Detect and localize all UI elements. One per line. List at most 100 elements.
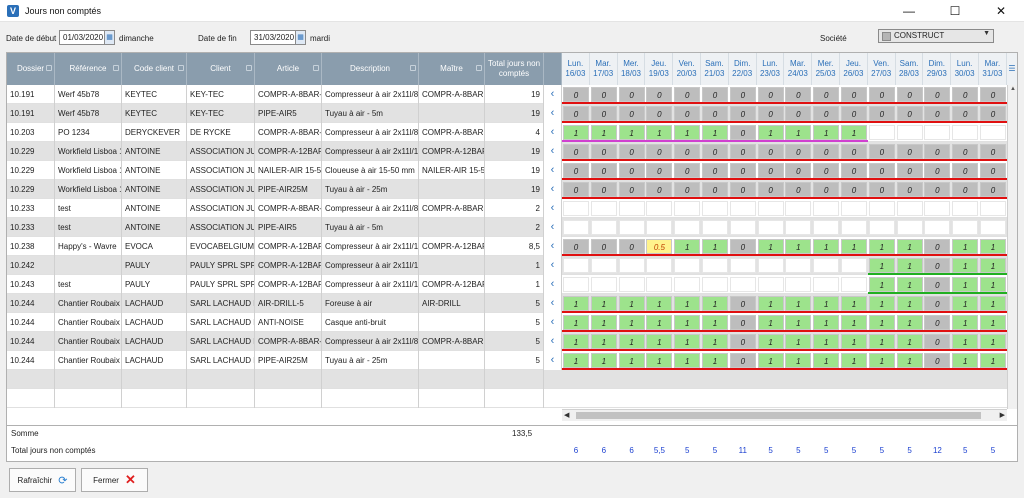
day-cell[interactable]: [646, 258, 673, 273]
day-cell[interactable]: [674, 220, 701, 235]
table-row[interactable]: 10.229 Workfield Lisboa 1 ANTOINE ASSOCIATI…: [7, 180, 1007, 199]
day-cell[interactable]: 1: [952, 315, 979, 330]
day-cell[interactable]: 1: [980, 315, 1006, 330]
day-cell[interactable]: 1: [590, 334, 617, 349]
day-cell[interactable]: 0: [590, 182, 617, 197]
day-cell[interactable]: 1: [646, 353, 673, 368]
day-cell[interactable]: [841, 201, 867, 216]
day-cell[interactable]: 0: [674, 106, 701, 121]
column-header-code[interactable]: Code client: [122, 53, 187, 85]
day-cell[interactable]: 1: [813, 125, 840, 140]
day-cell[interactable]: 1: [952, 239, 979, 254]
table-row[interactable]: 10.229 Workfield Lisboa 1 ANTOINE ASSOCIATI…: [7, 142, 1007, 161]
day-cell[interactable]: 0: [590, 163, 617, 178]
day-cell[interactable]: 0: [646, 87, 673, 102]
minimize-button[interactable]: —: [886, 0, 932, 22]
day-cell[interactable]: 1: [757, 296, 784, 311]
column-filter-icon[interactable]: [113, 65, 119, 71]
day-cell[interactable]: 0: [813, 106, 840, 121]
day-cell[interactable]: 0: [674, 87, 701, 102]
day-cell[interactable]: 0: [924, 163, 951, 178]
day-cell[interactable]: [646, 277, 673, 292]
day-cell[interactable]: 1: [702, 315, 728, 330]
day-cell[interactable]: 0: [590, 144, 617, 159]
day-cell[interactable]: 1: [646, 315, 673, 330]
day-cell[interactable]: [980, 201, 1006, 216]
day-cell[interactable]: 1: [702, 334, 728, 349]
day-cell[interactable]: 0: [729, 315, 756, 330]
day-cell[interactable]: 0: [924, 296, 951, 311]
table-row[interactable]: 10.244 Chantier Roubaix LACHAUD SARL LACHAU…: [7, 332, 1007, 351]
day-cell[interactable]: 0: [924, 182, 951, 197]
day-cell[interactable]: [618, 201, 645, 216]
day-cell[interactable]: 0: [980, 182, 1006, 197]
day-cell[interactable]: [590, 258, 617, 273]
day-cell[interactable]: 1: [757, 239, 784, 254]
refresh-button[interactable]: Rafraîchir ⟳: [9, 468, 76, 492]
day-cell[interactable]: 0: [590, 106, 617, 121]
day-cell[interactable]: [729, 277, 756, 292]
day-cell[interactable]: 1: [785, 315, 812, 330]
day-cell[interactable]: 1: [785, 334, 812, 349]
day-cell[interactable]: 0: [813, 163, 840, 178]
day-cell[interactable]: [729, 201, 756, 216]
day-cell[interactable]: 0: [896, 87, 923, 102]
day-cell[interactable]: 1: [896, 277, 923, 292]
day-cell[interactable]: 1: [674, 334, 701, 349]
day-cell[interactable]: 1: [813, 296, 840, 311]
day-cell[interactable]: 1: [674, 296, 701, 311]
day-cell[interactable]: 0: [813, 87, 840, 102]
day-cell[interactable]: 0: [868, 106, 895, 121]
day-cell[interactable]: 0: [757, 182, 784, 197]
day-cell[interactable]: [896, 220, 923, 235]
scroll-left-icon[interactable]: ◀: [564, 411, 569, 419]
day-cell[interactable]: 0: [729, 353, 756, 368]
day-cell[interactable]: 0: [980, 106, 1006, 121]
day-cell[interactable]: 1: [563, 296, 589, 311]
expand-chevron-icon[interactable]: ‹: [544, 218, 562, 237]
day-cell[interactable]: 0: [563, 87, 589, 102]
vertical-scrollbar[interactable]: ▲: [1007, 85, 1017, 409]
day-cell[interactable]: 0: [868, 144, 895, 159]
day-cell[interactable]: 0: [841, 106, 867, 121]
day-cell[interactable]: 1: [813, 353, 840, 368]
day-cell[interactable]: 1: [952, 258, 979, 273]
day-cell[interactable]: 0: [785, 182, 812, 197]
day-cell[interactable]: [646, 201, 673, 216]
day-cell[interactable]: 0: [841, 182, 867, 197]
day-cell[interactable]: 1: [563, 125, 589, 140]
day-cell[interactable]: [813, 220, 840, 235]
day-cell[interactable]: [757, 277, 784, 292]
day-cell[interactable]: [813, 201, 840, 216]
day-cell[interactable]: 0: [590, 87, 617, 102]
close-button[interactable]: Fermer ✕: [81, 468, 148, 492]
day-cell[interactable]: 1: [757, 353, 784, 368]
day-cell[interactable]: 1: [980, 353, 1006, 368]
day-cell[interactable]: 1: [868, 353, 895, 368]
day-cell[interactable]: 1: [952, 353, 979, 368]
day-cell[interactable]: 1: [702, 239, 728, 254]
expand-chevron-icon[interactable]: ‹: [544, 332, 562, 351]
day-cell[interactable]: 0: [618, 106, 645, 121]
day-cell[interactable]: 0: [702, 106, 728, 121]
day-cell[interactable]: 1: [563, 353, 589, 368]
day-cell[interactable]: 1: [590, 315, 617, 330]
calendar-icon[interactable]: ▦: [295, 30, 306, 45]
day-cell[interactable]: [785, 277, 812, 292]
day-cell[interactable]: 1: [618, 125, 645, 140]
day-cell[interactable]: 1: [980, 296, 1006, 311]
day-cell[interactable]: 1: [646, 296, 673, 311]
day-cell[interactable]: [785, 258, 812, 273]
day-cell[interactable]: 0: [674, 182, 701, 197]
day-cell[interactable]: [674, 258, 701, 273]
day-cell[interactable]: 0: [729, 239, 756, 254]
day-cell[interactable]: 1: [952, 334, 979, 349]
day-cell[interactable]: 0: [952, 182, 979, 197]
day-cell[interactable]: 1: [952, 277, 979, 292]
day-cell[interactable]: [813, 277, 840, 292]
day-cell[interactable]: [757, 258, 784, 273]
day-cell[interactable]: [924, 220, 951, 235]
day-cell[interactable]: 1: [896, 258, 923, 273]
day-cell[interactable]: 1: [896, 315, 923, 330]
day-cell[interactable]: 0: [896, 106, 923, 121]
